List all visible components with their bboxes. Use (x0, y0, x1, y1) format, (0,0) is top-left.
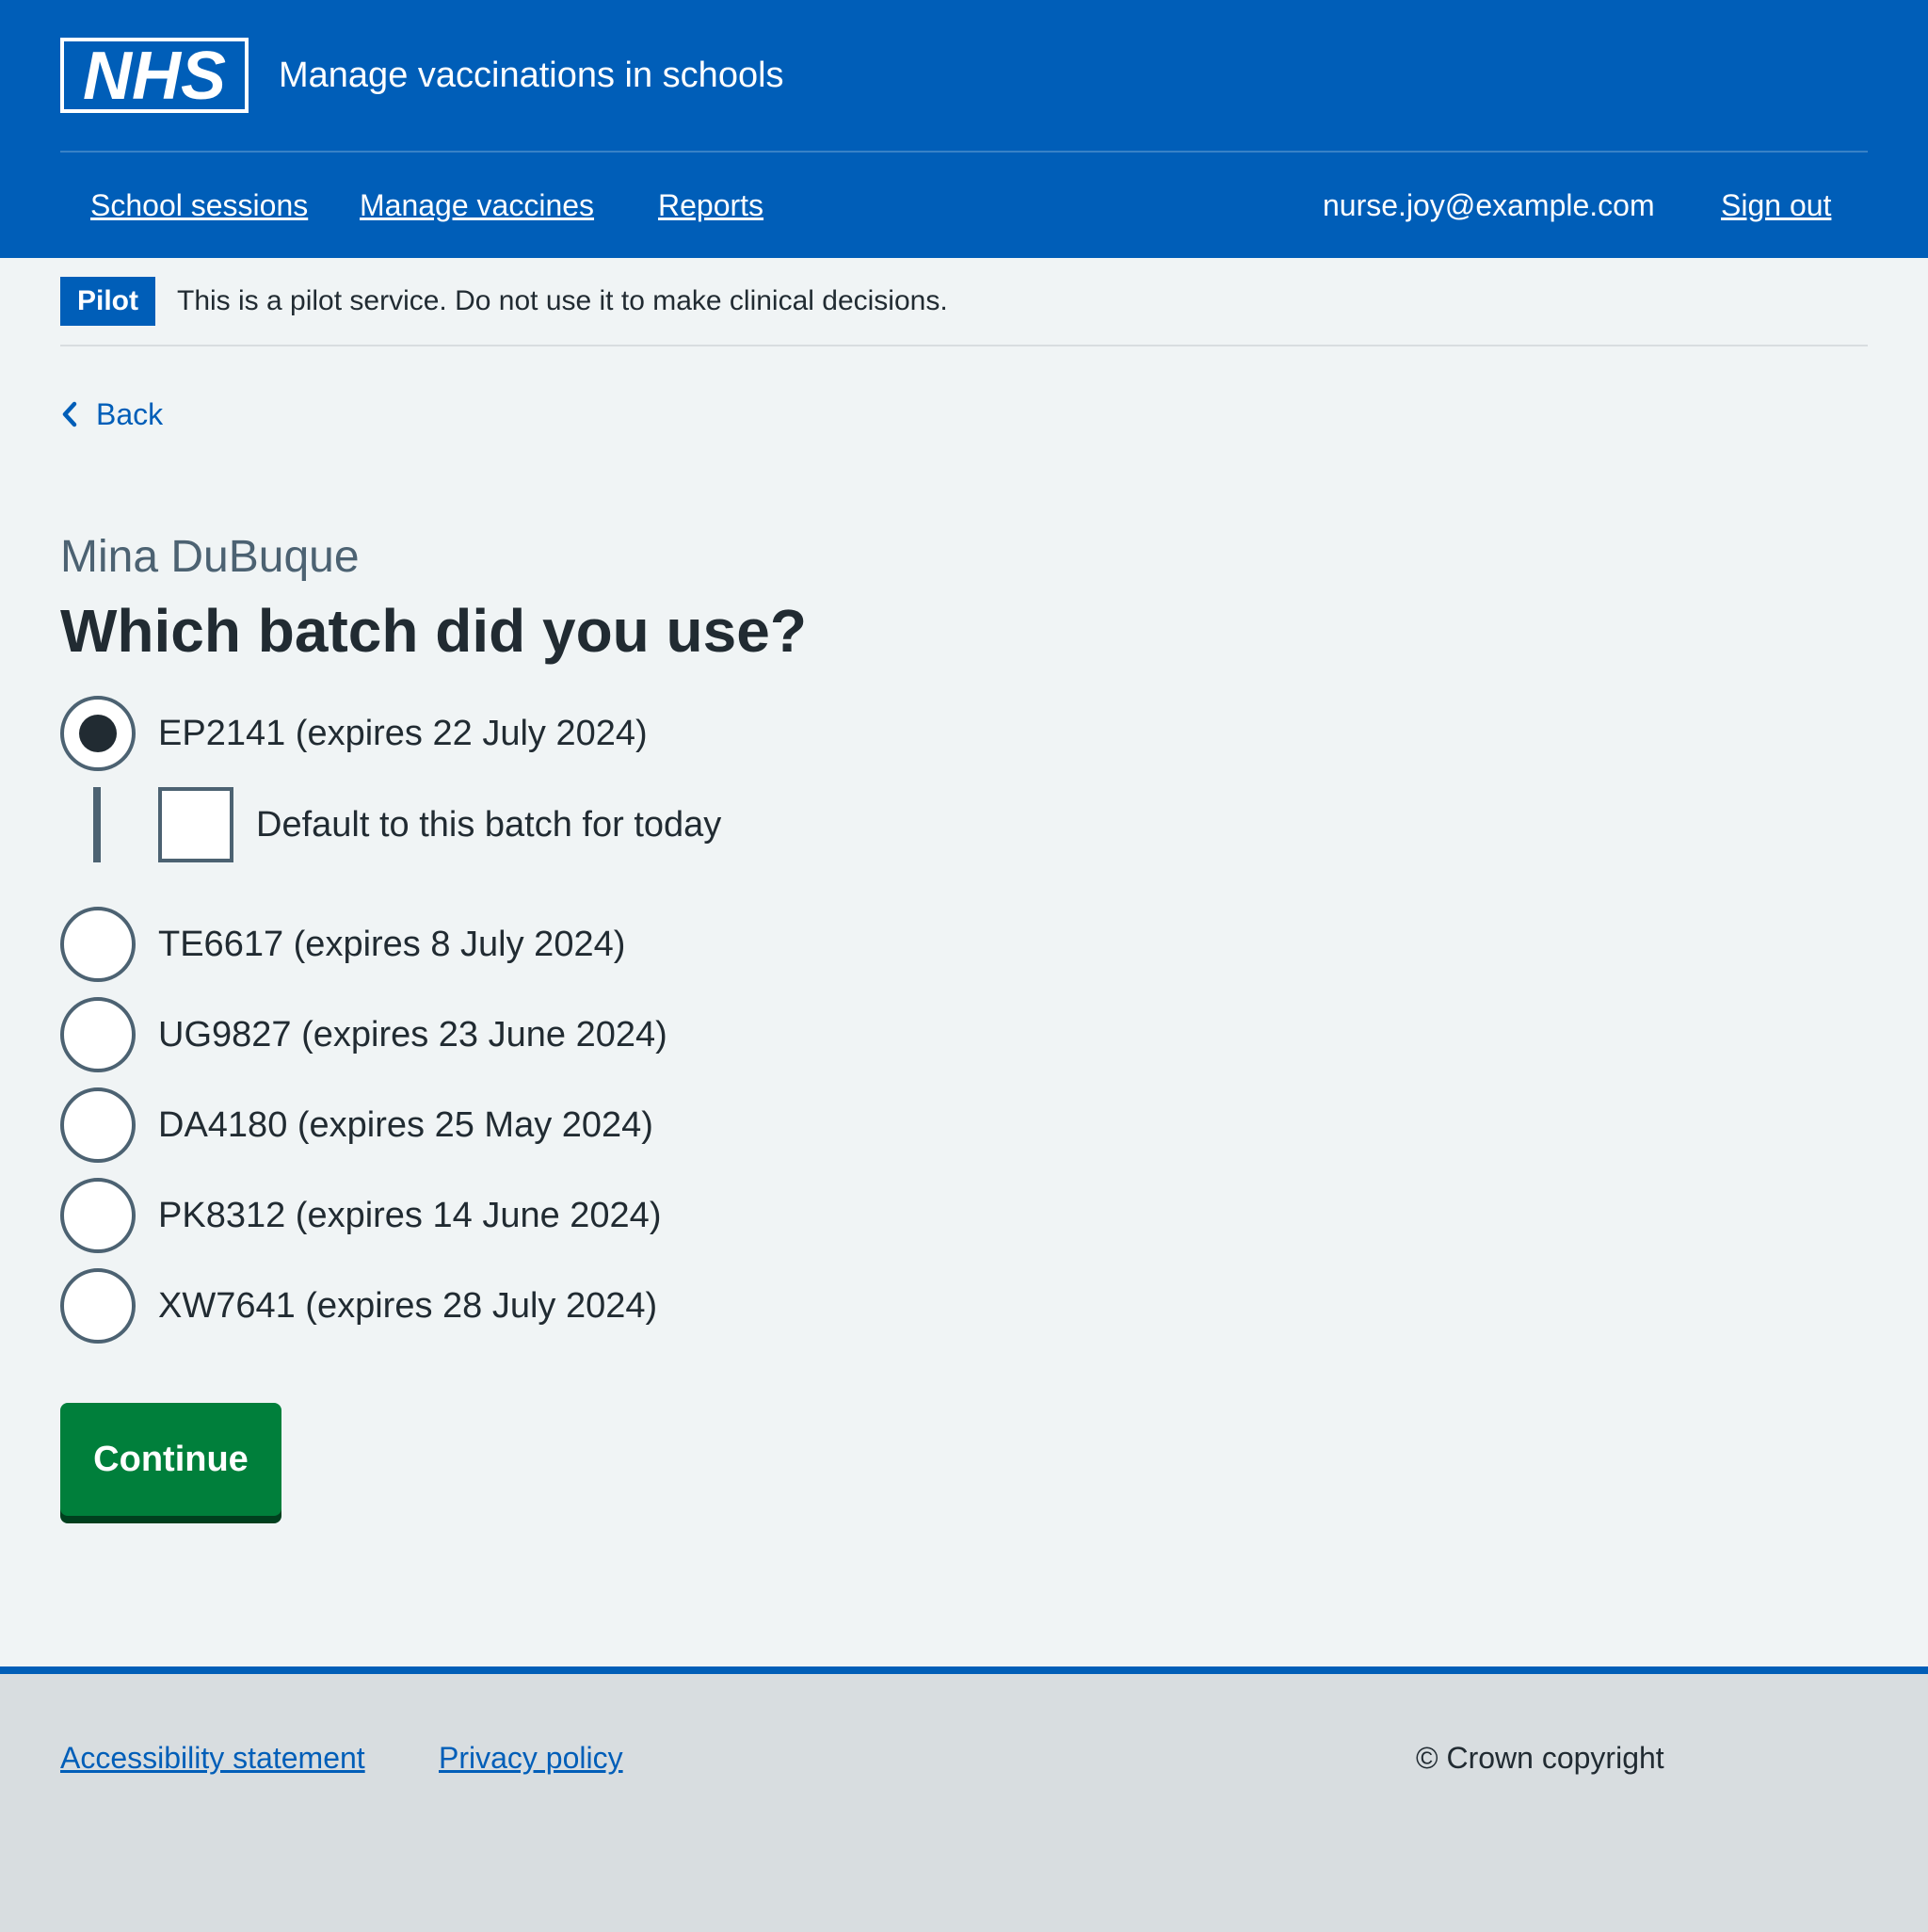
batch-option-label: EP2141 (expires 22 July 2024) (158, 714, 648, 753)
privacy-policy-link[interactable]: Privacy policy (439, 1737, 623, 1779)
nav-manage-vaccines[interactable]: Manage vaccines (360, 185, 594, 226)
default-batch-option[interactable]: Default to this batch for today (158, 787, 721, 862)
page-title: Which batch did you use? (60, 597, 807, 665)
default-batch-label: Default to this batch for today (256, 805, 722, 845)
back-label: Back (96, 397, 164, 431)
user-email: nurse.joy@example.com (1323, 188, 1655, 222)
batch-option-da4180[interactable]: DA4180 (expires 25 May 2024) (60, 1087, 653, 1163)
conditional-reveal-bar (93, 787, 101, 862)
continue-button[interactable]: Continue (60, 1403, 281, 1516)
nhs-logo[interactable]: NHS (60, 38, 249, 113)
nav-reports[interactable]: Reports (658, 185, 763, 226)
sign-out-link[interactable]: Sign out (1721, 185, 1831, 226)
default-batch-checkbox[interactable] (158, 787, 233, 862)
batch-option-te6617[interactable]: TE6617 (expires 8 July 2024) (60, 907, 625, 982)
batch-option-label: DA4180 (expires 25 May 2024) (158, 1105, 653, 1145)
radio-button[interactable] (60, 907, 136, 982)
crown-copyright: © Crown copyright (1416, 1741, 1664, 1775)
nav-school-sessions[interactable]: School sessions (90, 185, 308, 226)
batch-option-label: TE6617 (expires 8 July 2024) (158, 925, 626, 964)
nhs-logo-text: NHS (83, 39, 226, 113)
batch-option-label: UG9827 (expires 23 June 2024) (158, 1015, 667, 1055)
patient-name-caption: Mina DuBuque (60, 532, 360, 582)
site-footer (0, 1666, 1928, 1932)
accessibility-statement-link[interactable]: Accessibility statement (60, 1737, 365, 1779)
back-link[interactable]: Back (60, 394, 163, 435)
service-name[interactable]: Manage vaccinations in schools (279, 53, 784, 98)
batch-option-pk8312[interactable]: PK8312 (expires 14 June 2024) (60, 1178, 661, 1253)
radio-button[interactable] (60, 1268, 136, 1344)
radio-button[interactable] (60, 997, 136, 1072)
radio-button[interactable] (60, 1087, 136, 1163)
chevron-left-icon (60, 401, 79, 427)
batch-option-ep2141[interactable]: EP2141 (expires 22 July 2024) (60, 696, 648, 771)
pilot-message: This is a pilot service. Do not use it t… (177, 285, 948, 316)
site-header: NHS Manage vaccinations in schools Schoo… (0, 0, 1928, 258)
batch-option-ug9827[interactable]: UG9827 (expires 23 June 2024) (60, 997, 667, 1072)
batch-option-xw7641[interactable]: XW7641 (expires 28 July 2024) (60, 1268, 657, 1344)
pilot-tag: Pilot (60, 277, 155, 326)
radio-button[interactable] (60, 1178, 136, 1253)
header-divider (60, 151, 1868, 153)
batch-option-label: XW7641 (expires 28 July 2024) (158, 1286, 658, 1326)
radio-button[interactable] (60, 696, 136, 771)
batch-option-label: PK8312 (expires 14 June 2024) (158, 1196, 662, 1235)
banner-divider (60, 345, 1868, 346)
